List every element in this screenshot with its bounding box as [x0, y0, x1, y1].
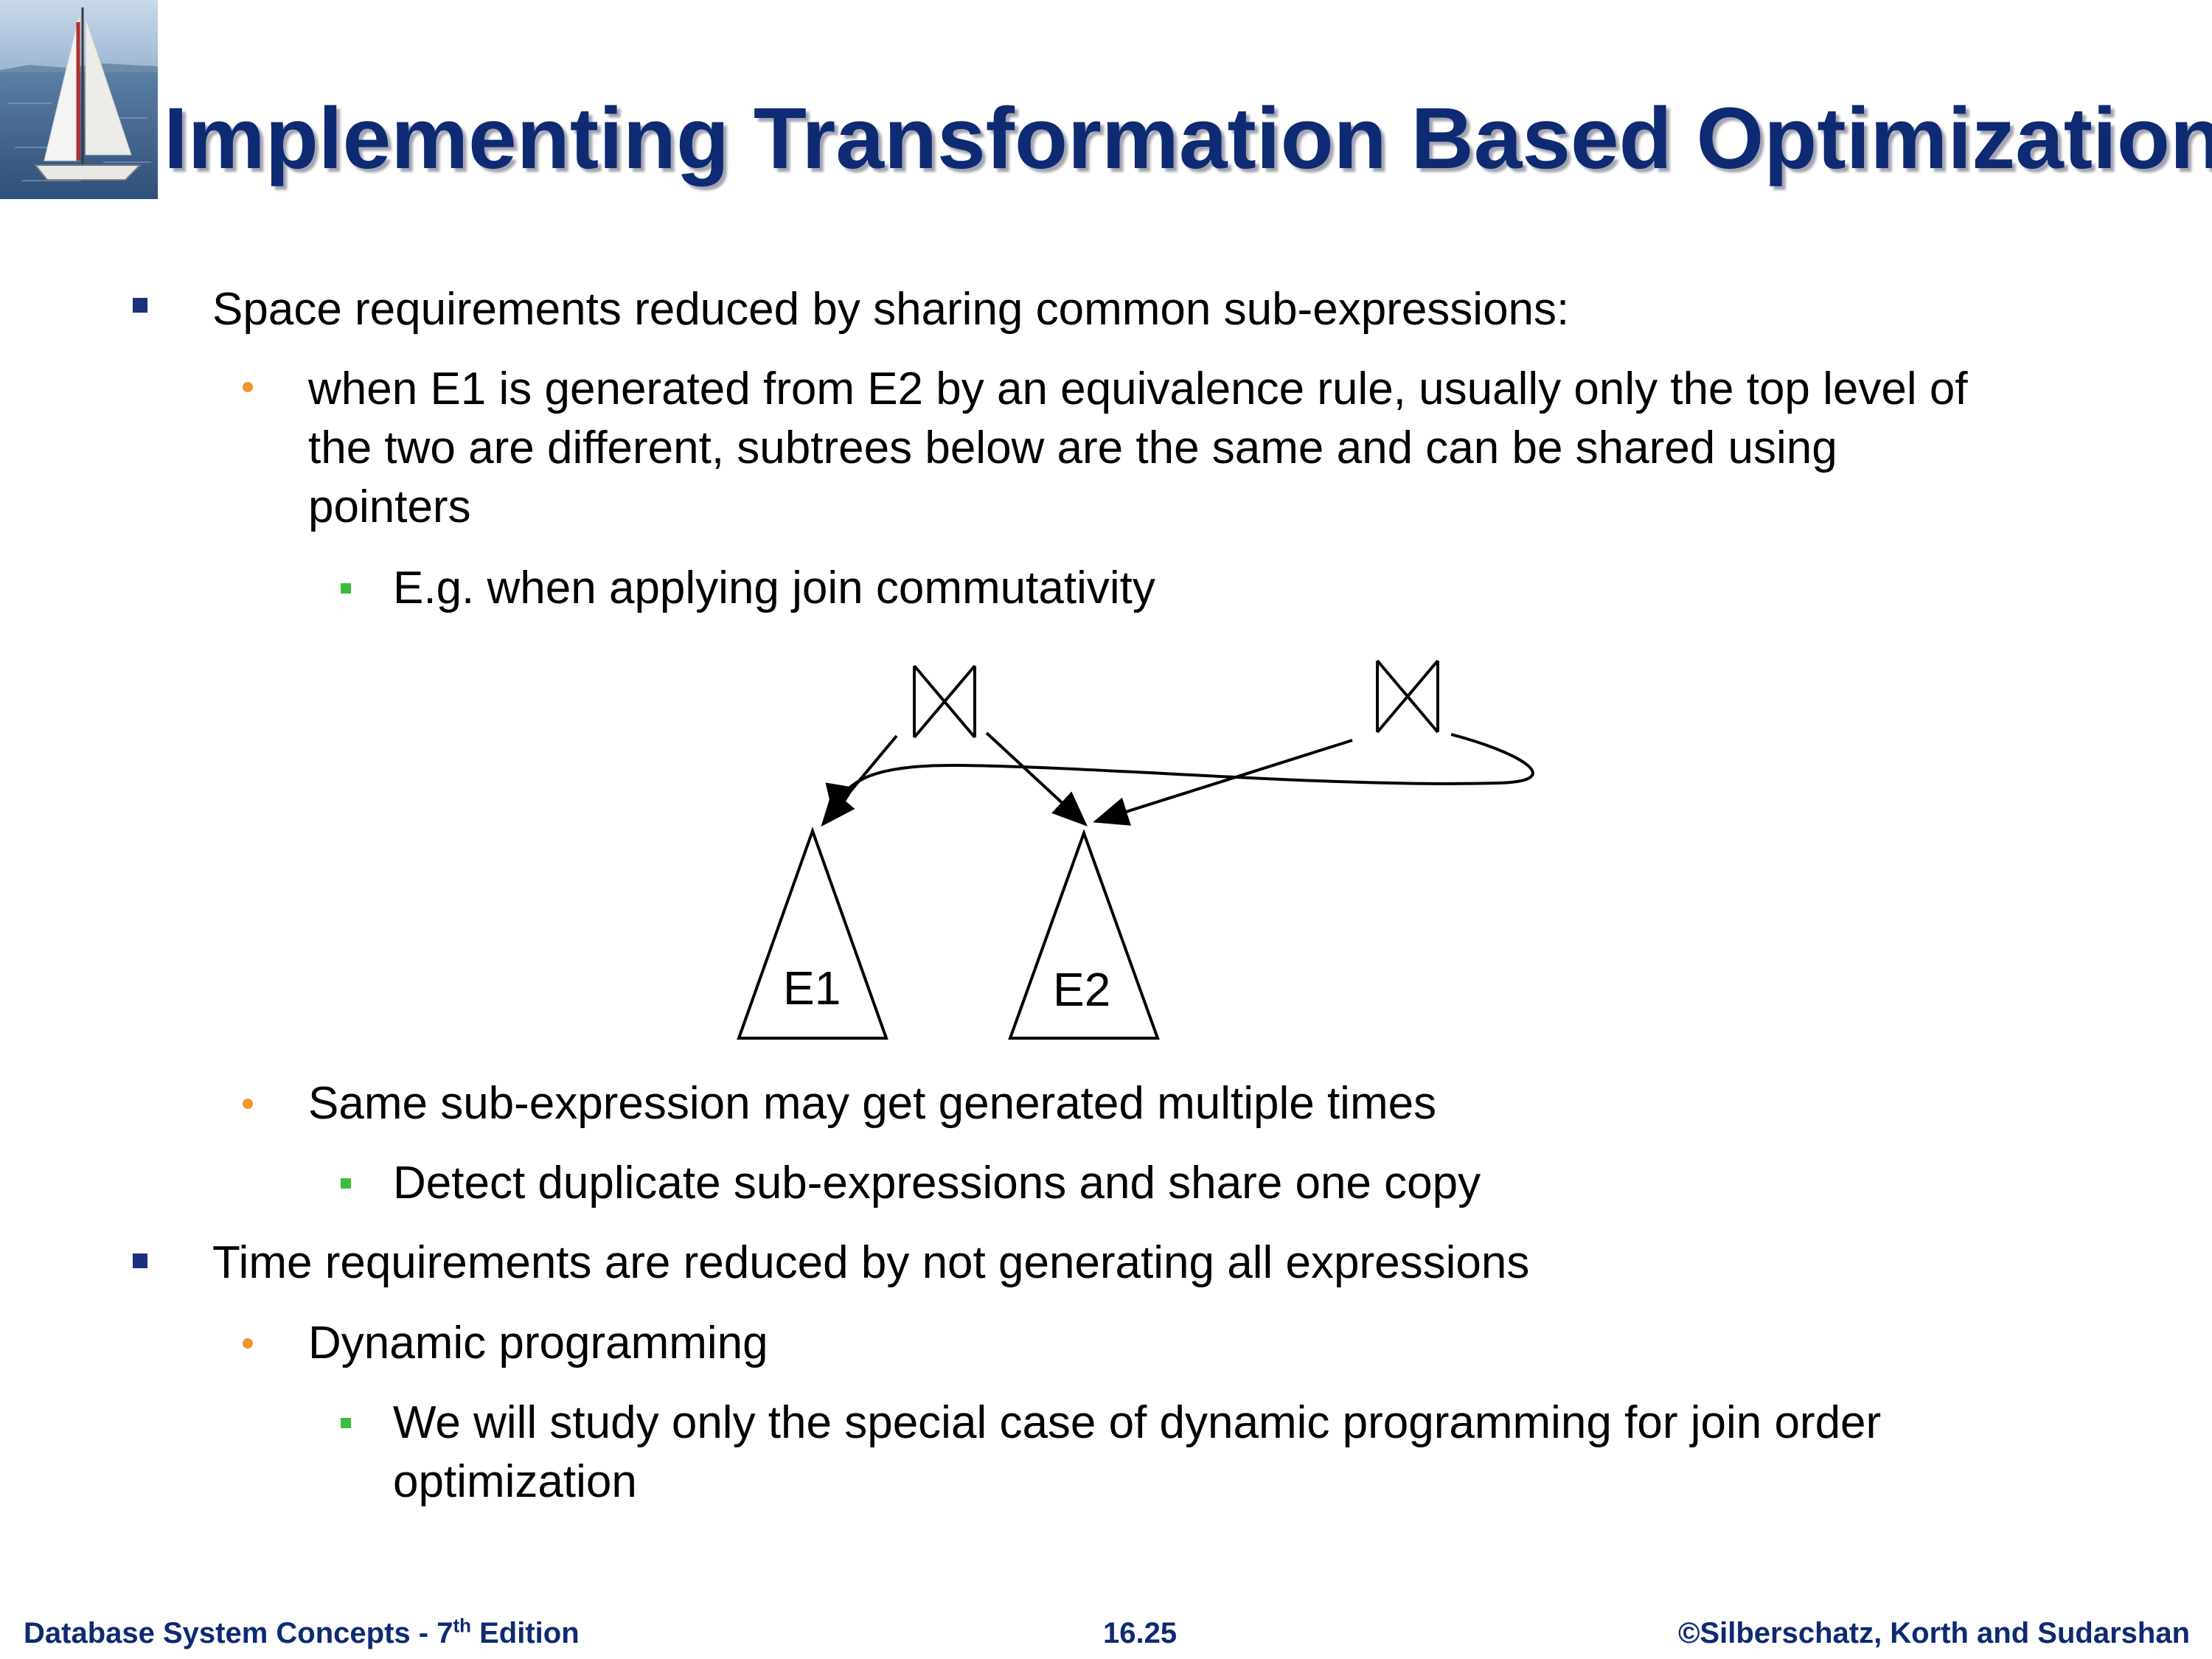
slide: Implementing Transformation Based Optimi…: [0, 0, 2212, 1659]
subtree-label-e1: E1: [783, 961, 841, 1015]
arrow-right-join-to-e1: [825, 733, 1534, 820]
bowtie-icon: [913, 664, 976, 739]
footer-slide-number: 16.25: [1103, 1617, 1178, 1649]
arrow-left-join-to-e2: [985, 731, 1088, 827]
subtree-label-e2: E2: [1053, 963, 1110, 1016]
footer-copyright: ©Silberschatz, Korth and Sudarshan: [1677, 1617, 2190, 1649]
join-sharing-diagram: E1 E2: [737, 659, 1534, 1040]
pointer-arrows: [821, 731, 1534, 827]
footer-course-title: Database System Concepts - 7th Edition: [24, 1614, 580, 1649]
bowtie-icon: [1376, 659, 1439, 734]
